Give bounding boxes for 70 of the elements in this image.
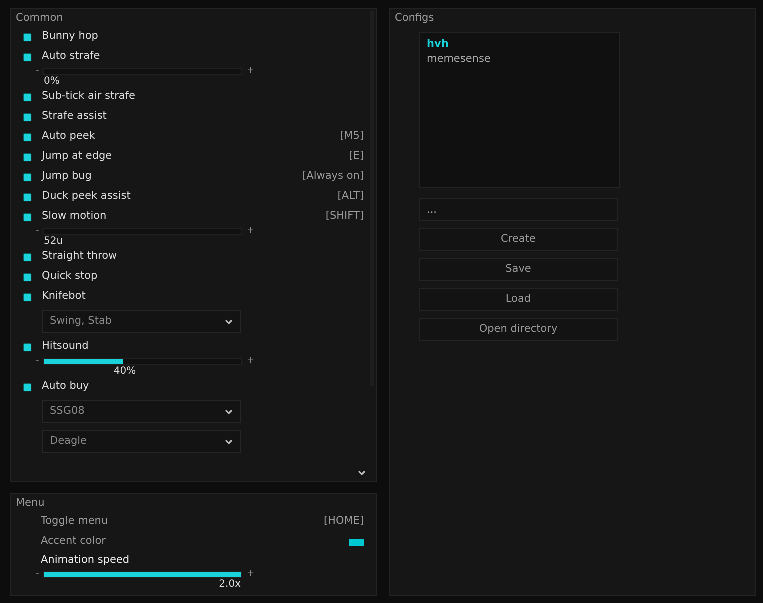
- keybind[interactable]: [HOME]: [324, 514, 364, 530]
- chevron-down-icon: [225, 318, 233, 324]
- checkbox-label: Straight throw: [42, 249, 118, 264]
- decrease-button[interactable]: -: [36, 357, 43, 365]
- dropdown[interactable]: Swing, Stab: [42, 310, 241, 333]
- keybind[interactable]: [Always on]: [302, 169, 364, 185]
- decrease-button[interactable]: -: [36, 227, 43, 235]
- checkbox-label: Jump at edge: [42, 149, 112, 164]
- increase-button[interactable]: +: [247, 67, 254, 75]
- checkbox-label: Auto buy: [42, 379, 90, 394]
- chevron-down-icon: [225, 408, 233, 414]
- config-button[interactable]: Open directory: [419, 318, 618, 341]
- dropdown[interactable]: Deagle: [42, 430, 241, 453]
- checkbox-label: Duck peek assist: [42, 189, 131, 204]
- decrease-button[interactable]: -: [36, 67, 43, 75]
- checkbox[interactable]: [24, 154, 31, 160]
- checkbox-label: Knifebot: [42, 289, 86, 304]
- config-button[interactable]: Save: [419, 258, 618, 281]
- keybind[interactable]: [E]: [349, 149, 364, 165]
- checkbox[interactable]: [24, 94, 31, 100]
- slider-value: 2.0x: [219, 578, 241, 592]
- checkbox-label: Hitsound: [42, 339, 89, 354]
- scroll-down-icon[interactable]: [358, 470, 366, 476]
- config-button[interactable]: Load: [419, 288, 618, 311]
- config-item[interactable]: memesense: [427, 52, 612, 67]
- dropdown-value: SSG08: [50, 404, 85, 419]
- setting-label: Accent color: [41, 534, 106, 550]
- checkbox-label: Bunny hop: [42, 29, 98, 44]
- checkbox-label: Slow motion: [42, 209, 107, 224]
- checkbox[interactable]: [24, 134, 31, 140]
- config-item[interactable]: hvh: [427, 37, 612, 52]
- dropdown-value: Swing, Stab: [50, 314, 112, 329]
- checkbox-label: Auto strafe: [42, 49, 100, 64]
- checkbox[interactable]: [24, 34, 31, 40]
- increase-button[interactable]: +: [247, 227, 254, 235]
- slider-value: 40%: [114, 365, 136, 379]
- slider-value: 0%: [44, 75, 60, 89]
- checkbox[interactable]: [24, 344, 31, 350]
- increase-button[interactable]: +: [247, 357, 254, 365]
- dropdown[interactable]: SSG08: [42, 400, 241, 423]
- checkbox-label: Auto peek: [42, 129, 96, 144]
- color-swatch[interactable]: [349, 538, 364, 546]
- checkbox[interactable]: [24, 54, 31, 60]
- setting-label: Toggle menu: [41, 514, 108, 530]
- checkbox-label: Jump bug: [42, 169, 92, 184]
- checkbox[interactable]: [24, 294, 31, 300]
- checkbox[interactable]: [24, 384, 31, 390]
- chevron-down-icon: [225, 438, 233, 444]
- keybind[interactable]: [ALT]: [338, 189, 364, 205]
- panel-title: Menu: [15, 496, 46, 511]
- checkbox[interactable]: [24, 274, 31, 280]
- dropdown-value: Deagle: [50, 434, 88, 449]
- checkbox[interactable]: [24, 254, 31, 260]
- slider-value: 52u: [44, 235, 64, 249]
- keybind[interactable]: [M5]: [340, 129, 364, 145]
- checkbox[interactable]: [24, 174, 31, 180]
- panel-title: Common: [15, 11, 64, 26]
- config-name-field[interactable]: ...: [419, 198, 618, 221]
- checkbox-label: Strafe assist: [42, 109, 107, 124]
- config-button[interactable]: Create: [419, 228, 618, 251]
- checkbox-label: Quick stop: [42, 269, 98, 284]
- panel-title: Configs: [394, 11, 436, 26]
- checkbox-label: Sub-tick air strafe: [42, 89, 136, 104]
- checkbox[interactable]: [24, 214, 31, 220]
- increase-button[interactable]: +: [247, 570, 254, 578]
- checkbox[interactable]: [24, 114, 31, 120]
- checkbox[interactable]: [24, 194, 31, 200]
- setting-label: Animation speed: [41, 553, 130, 568]
- keybind[interactable]: [SHIFT]: [326, 209, 364, 225]
- decrease-button[interactable]: -: [36, 570, 43, 578]
